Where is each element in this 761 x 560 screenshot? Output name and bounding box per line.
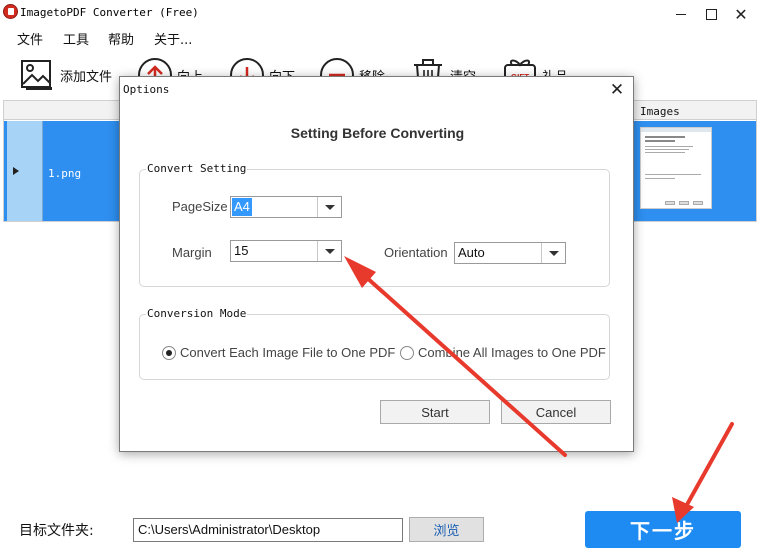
add-files-button[interactable]: 添加文件 [20, 54, 112, 96]
target-folder-label: 目标文件夹: [19, 523, 94, 539]
menu-about[interactable]: 关于... [154, 29, 192, 48]
row-selector[interactable] [7, 121, 43, 221]
menu-help[interactable]: 帮助 [108, 29, 134, 48]
page-size-value: A4 [232, 198, 252, 216]
convert-setting-title: Convert Setting [146, 162, 248, 175]
close-window-button[interactable]: ✕ [718, 0, 761, 28]
add-image-icon [21, 60, 52, 90]
margin-value: 15 [234, 243, 249, 258]
conversion-mode-title: Conversion Mode [146, 307, 248, 320]
convert-each-radio[interactable]: Convert Each Image File to One PDF [162, 345, 395, 360]
page-size-select[interactable]: A4 [230, 196, 342, 218]
browse-button[interactable]: 浏览 [409, 517, 484, 542]
orientation-label: Orientation [384, 245, 448, 260]
combine-all-radio[interactable]: Combine All Images to One PDF [400, 345, 606, 360]
orientation-select[interactable]: Auto [454, 242, 566, 264]
title-bar: ImagetoPDF Converter (Free) ✕ [0, 0, 761, 26]
dialog-title: Options [123, 83, 170, 96]
page-size-label: PageSize [172, 199, 228, 214]
row-filename: 1.png [48, 167, 82, 180]
menu-bar: 文件 工具 帮助 关于... [0, 26, 761, 48]
options-dialog: Options ✕ Setting Before Converting Conv… [119, 76, 634, 452]
convert-each-label: Convert Each Image File to One PDF [180, 345, 396, 360]
menu-tools[interactable]: 工具 [63, 29, 89, 48]
next-step-button[interactable]: 下一步 [585, 511, 741, 548]
convert-setting-group: Convert Setting PageSize A4 Margin 15 Or… [139, 162, 610, 287]
margin-select[interactable]: 15 [230, 240, 342, 262]
image-thumbnail [640, 127, 712, 209]
dialog-heading: Setting Before Converting [290, 125, 465, 141]
chevron-down-icon[interactable] [541, 243, 565, 263]
orientation-value: Auto [458, 245, 485, 260]
chevron-down-icon[interactable] [317, 241, 341, 261]
bottom-bar: 目标文件夹: C:\Users\Administrator\Desktop 浏览… [0, 500, 761, 560]
chevron-down-icon[interactable] [317, 197, 341, 217]
target-folder-input[interactable]: C:\Users\Administrator\Desktop [133, 518, 403, 542]
combine-all-label: Combine All Images to One PDF [418, 345, 606, 360]
start-button[interactable]: Start [380, 400, 490, 424]
app-logo-icon [3, 4, 18, 19]
cancel-button[interactable]: Cancel [501, 400, 611, 424]
dialog-close-button[interactable]: ✕ [606, 79, 628, 101]
radio-checked-icon [162, 345, 176, 360]
margin-label: Margin [172, 245, 212, 260]
conversion-mode-group: Conversion Mode Convert Each Image File … [139, 307, 610, 380]
add-files-label: 添加文件 [60, 69, 113, 85]
column-header-images[interactable]: Images [640, 105, 680, 118]
radio-unchecked-icon [400, 345, 414, 360]
window-title: ImagetoPDF Converter (Free) [20, 6, 199, 19]
menu-file[interactable]: 文件 [17, 29, 43, 48]
